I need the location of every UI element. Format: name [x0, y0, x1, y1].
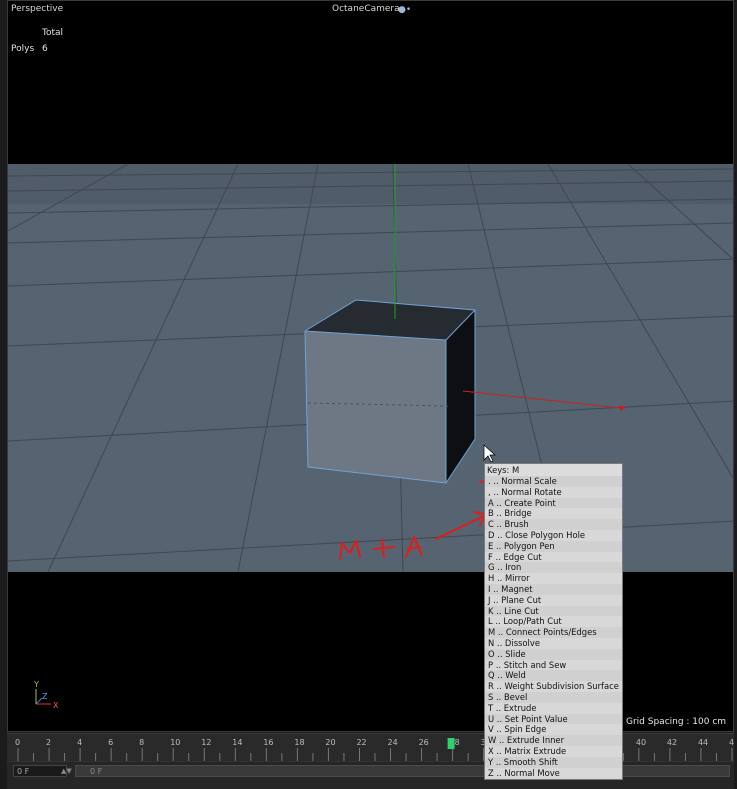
playhead-marker[interactable] — [447, 738, 455, 749]
keys-menu-item[interactable]: L .. Loop/Path Cut — [485, 616, 622, 628]
viewport-name[interactable]: Perspective — [11, 4, 63, 14]
timeline-tick-label: 4 — [77, 738, 82, 747]
keys-menu-item[interactable]: C .. Brush — [485, 519, 622, 530]
keys-menu-item[interactable]: M .. Connect Points/Edges — [485, 627, 622, 638]
keys-menu-item[interactable]: Z .. Normal Move — [485, 767, 622, 779]
timeline-tick-label: 14 — [232, 738, 242, 747]
timeline-tick-label: 20 — [325, 738, 335, 747]
scene-canvas[interactable]: Y Z X — [8, 1, 734, 732]
timeline-tick-label: 42 — [667, 738, 677, 747]
keys-menu-item[interactable]: D .. Close Polygon Hole — [485, 529, 622, 541]
keys-menu-item[interactable]: W .. Extrude Inner — [485, 735, 622, 746]
camera-icon[interactable]: ●• — [398, 5, 411, 15]
keys-menu-item[interactable]: F .. Edge Cut — [485, 551, 622, 563]
keys-menu-item[interactable]: Y .. Smooth Shift — [485, 756, 622, 768]
timeline-scale[interactable]: 0246810121416182022242628303234363840424… — [7, 734, 737, 762]
timeline-tick-label: 40 — [636, 738, 646, 747]
timeline-tick-label: 24 — [388, 738, 398, 747]
keys-menu-item[interactable]: I .. Magnet — [485, 583, 622, 595]
keys-menu-item[interactable]: O .. Slide — [485, 648, 622, 660]
keys-menu-header: Keys: M — [485, 464, 622, 476]
timeline-tick-label: 16 — [263, 738, 273, 747]
keys-menu-item[interactable]: B .. Bridge — [485, 508, 622, 520]
hud-total-label: Total — [42, 28, 64, 38]
keys-menu-item[interactable]: P .. Stitch and Sew — [485, 659, 622, 671]
stepper-icon[interactable]: ▲▼ — [61, 765, 72, 777]
timeline-tick-label: 18 — [294, 738, 304, 747]
camera-name[interactable]: OctaneCamera — [332, 4, 400, 14]
timeline-tick-label: 44 — [698, 738, 708, 747]
keys-menu-list: . .. Normal Scale, .. Normal Rotate A .. … — [485, 476, 622, 779]
keys-menu-item[interactable]: Q .. Weld — [485, 670, 622, 682]
timeline-tick-label: 22 — [356, 738, 366, 747]
timeline-ruler[interactable]: 0246810121416182022242628303234363840424… — [7, 733, 737, 762]
keys-menu-item[interactable]: E .. Polygon Pen — [485, 540, 622, 552]
keys-menu-item[interactable]: K .. Line Cut — [485, 605, 622, 617]
keys-menu-item[interactable]: A .. Create Point — [485, 497, 622, 509]
keys-menu-item[interactable]: R .. Weight Subdivision Surface — [485, 681, 622, 692]
timeline-tick-label: 2 — [46, 738, 51, 747]
start-frame-field[interactable]: 0 F — [13, 765, 67, 777]
keys-menu-item[interactable]: N .. Dissolve — [485, 637, 622, 649]
keys-menu-item[interactable]: G .. Iron — [485, 562, 622, 574]
timeline-tick-label: 10 — [170, 738, 180, 747]
grid-spacing-readout: Grid Spacing : 100 cm — [626, 717, 727, 727]
animation-bar: 0 F ▲▼ 0 F — [7, 761, 734, 789]
gizmo-y-label: Y — [33, 680, 39, 689]
keys-menu-item[interactable]: V .. Spin Edge — [485, 724, 622, 736]
timeline-tick-label: 0 — [15, 738, 20, 747]
keys-menu-item[interactable]: , .. Normal Rotate — [485, 486, 622, 498]
keys-menu-item[interactable]: X .. Matrix Extrude — [485, 745, 622, 757]
timeline-tick-label: 6 — [108, 738, 113, 747]
keys-menu-item[interactable]: T .. Extrude — [485, 702, 622, 714]
timeline-tick-label: 26 — [419, 738, 429, 747]
timeline-tick-label: 8 — [139, 738, 144, 747]
timeline-tick-label: 12 — [201, 738, 211, 747]
keys-menu[interactable]: Keys: M . .. Normal Scale, .. Normal Rot… — [484, 463, 623, 780]
keys-menu-item[interactable]: U .. Set Point Value — [485, 713, 622, 725]
gizmo-x-label: X — [53, 701, 59, 710]
viewport-lower-void — [8, 572, 733, 731]
cube-object[interactable] — [304, 299, 476, 484]
keys-menu-item[interactable]: J .. Plane Cut — [485, 594, 622, 606]
perspective-viewport[interactable]: Y Z X Perspective OctaneCamera ●• Total … — [7, 0, 734, 732]
hud-polys-label: Polys — [11, 44, 35, 54]
timeline-tick-label: 46 — [729, 738, 734, 747]
hud-polys-value: 6 — [42, 44, 48, 54]
frame-range-slider[interactable]: 0 F — [75, 765, 730, 777]
keys-menu-item[interactable]: H .. Mirror — [485, 573, 622, 584]
gizmo-z-label: Z — [42, 692, 48, 701]
cube-front-face — [305, 331, 446, 483]
keys-menu-item[interactable]: S .. Bevel — [485, 691, 622, 703]
keys-menu-item[interactable]: . .. Normal Scale — [485, 476, 622, 487]
